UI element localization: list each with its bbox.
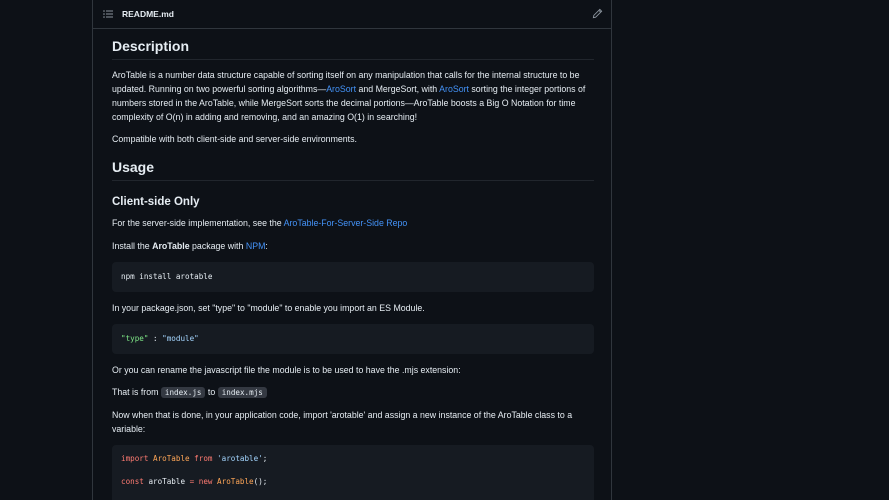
text: For the server-side implementation, see … [112,218,284,228]
usage-heading: Usage [112,159,594,181]
text: package with [189,241,246,251]
file-name: README.md [122,9,174,19]
rename-paragraph: Or you can rename the javascript file th… [112,365,461,375]
text: : [265,241,268,251]
import-code-block[interactable]: import AroTable from 'arotable'; const a… [112,445,594,500]
npm-link[interactable]: NPM [246,241,266,251]
readme-content: Description AroTable is a number data st… [112,28,594,500]
package-json-paragraph: In your package.json, set "type" to "mod… [112,303,425,313]
kw-new: new [198,477,213,486]
server-side-paragraph: For the server-side implementation, see … [112,216,594,230]
install-command: npm install arotable [121,272,213,281]
inline-code-index-js: index.js [160,387,206,398]
const-line: const aroTable = new AroTable(); [121,477,267,486]
text: That is from [112,387,161,397]
arosort-link[interactable]: AroSort [326,84,356,94]
class-name-2: AroTable [217,477,254,486]
arotable-bold: AroTable [152,241,190,251]
module-string: 'arotable' [217,454,263,463]
readme-panel: README.md Description AroTable is a numb… [92,0,612,500]
file-header: README.md [93,0,611,29]
compatibility-paragraph: Compatible with both client-side and ser… [112,134,357,144]
from-to-paragraph: That is from index.js to index.mjs [112,385,594,400]
client-side-heading: Client-side Only [112,196,200,208]
text: to [205,387,218,397]
import-instruction-paragraph: Now when that is done, in your applicati… [112,410,573,434]
list-icon[interactable] [103,9,113,19]
equals-operator: = [189,477,195,486]
install-paragraph: Install the AroTable package with NPM: [112,239,594,253]
kw-import: import [121,454,149,463]
code-key: "type" [121,334,149,343]
text: Install the [112,241,153,251]
semicolon: ; [262,454,268,463]
class-name: AroTable [153,454,190,463]
description-heading: Description [112,38,594,60]
code-value: "module" [162,334,199,343]
kw-from: from [194,454,213,463]
inline-code-index-mjs: index.mjs [217,387,267,398]
description-paragraph: AroTable is a number data structure capa… [112,68,594,124]
server-side-repo-link[interactable]: AroTable-For-Server-Side Repo [284,218,408,228]
variable-name: aroTable [148,477,186,486]
import-line: import AroTable from 'arotable'; [121,454,267,463]
arosort-link-2[interactable]: AroSort [439,84,469,94]
code-sep: : [148,334,163,343]
install-code-block[interactable]: npm install arotable [112,262,594,292]
kw-const: const [121,477,144,486]
call-tail: (); [253,477,268,486]
text: and MergeSort, with [356,84,440,94]
pencil-icon[interactable] [592,8,603,19]
type-module-line: "type" : "module" [121,334,199,343]
type-module-code-block[interactable]: "type" : "module" [112,324,594,354]
